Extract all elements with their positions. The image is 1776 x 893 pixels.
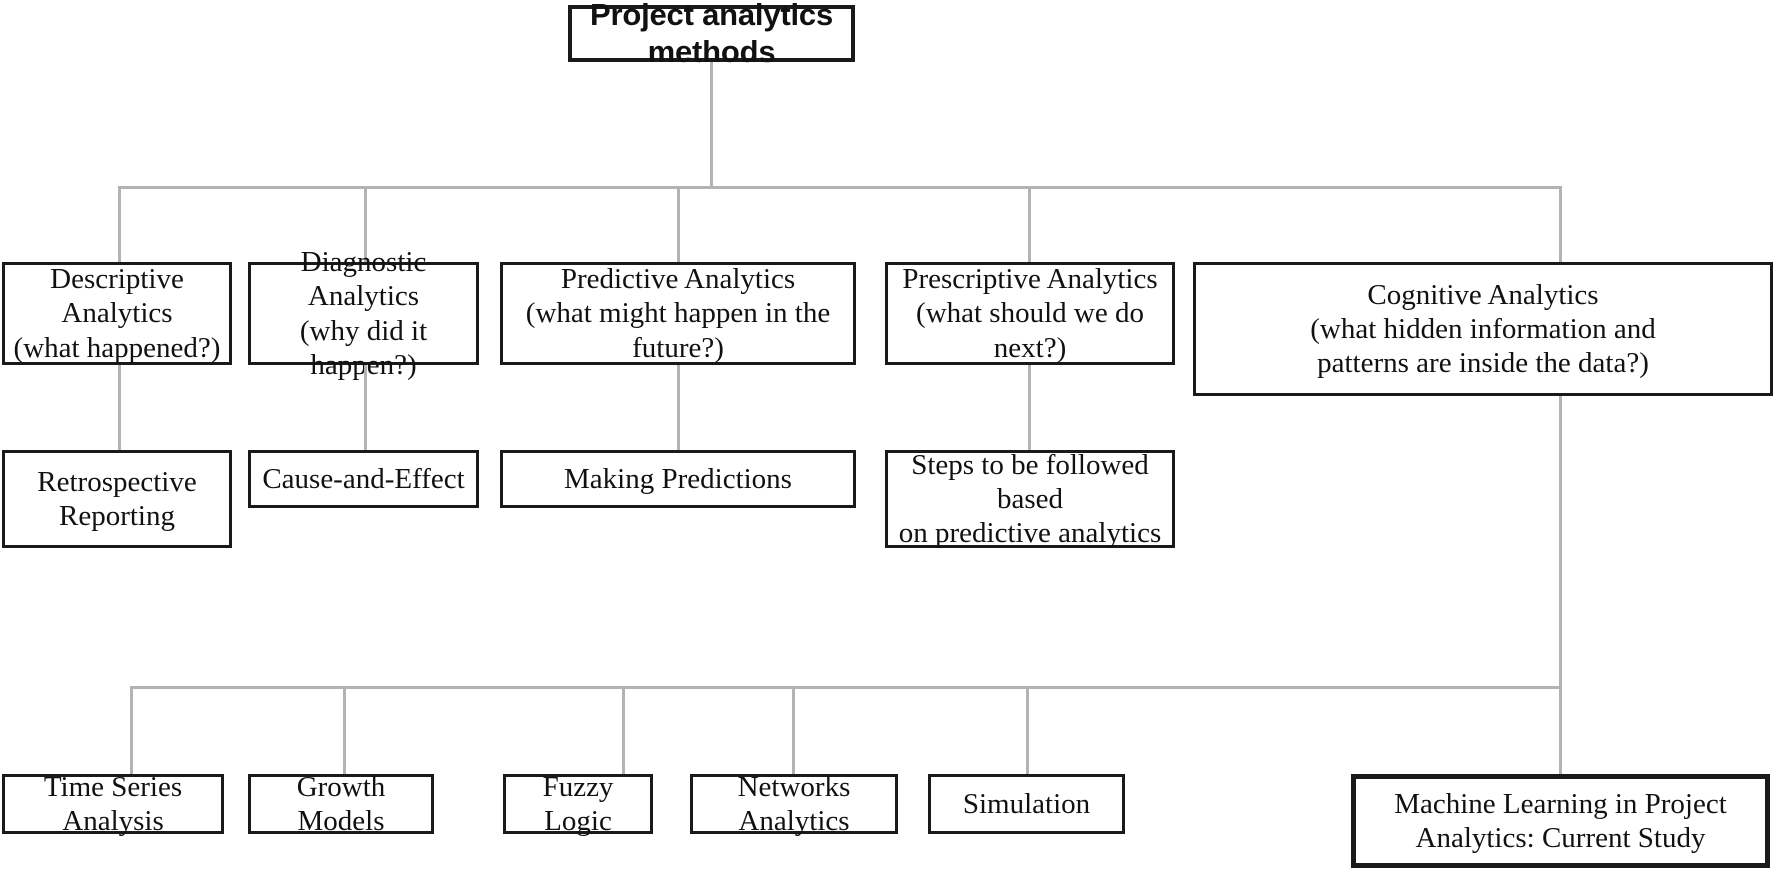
node-label: Cognitive Analytics (what hidden informa…: [1310, 278, 1656, 380]
connector-root-stem: [710, 62, 713, 188]
connector-drop-descriptive: [118, 186, 121, 264]
connector-drop-simulation: [1026, 686, 1029, 774]
node-descriptive-analytics[interactable]: Descriptive Analytics (what happened?): [2, 262, 232, 365]
node-label: Steps to be followed based on predictive…: [898, 448, 1162, 550]
connector-descriptive-to-retrospective: [118, 365, 121, 450]
connector-cognitive-spine: [1559, 396, 1562, 776]
node-label: Making Predictions: [564, 462, 792, 495]
node-time-series-analysis[interactable]: Time Series Analysis: [2, 771, 224, 837]
node-simulation[interactable]: Simulation: [928, 774, 1125, 834]
node-label: Prescriptive Analytics (what should we d…: [902, 263, 1158, 364]
node-predictive-analytics[interactable]: Predictive Analytics (what might happen …: [500, 262, 856, 365]
node-machine-learning-current-study[interactable]: Machine Learning in Project Analytics: C…: [1351, 774, 1770, 868]
connector-predictive-to-making-predictions: [677, 365, 680, 450]
node-label: Simulation: [962, 787, 1091, 820]
node-networks-analytics[interactable]: Networks Analytics: [690, 771, 898, 837]
connector-drop-cognitive: [1559, 186, 1562, 264]
node-making-predictions[interactable]: Making Predictions: [500, 450, 856, 508]
node-project-analytics-methods[interactable]: Project analytics methods: [568, 0, 855, 69]
node-fuzzy-logic[interactable]: Fuzzy Logic: [503, 771, 653, 837]
node-label: Fuzzy Logic: [542, 770, 614, 837]
node-label: Time Series Analysis: [43, 770, 183, 837]
node-label: Cause-and-Effect: [262, 462, 465, 495]
connector-drop-time-series: [130, 686, 133, 774]
node-label: Networks Analytics: [737, 770, 851, 837]
connector-drop-fuzzy-logic: [622, 686, 625, 774]
node-label: Descriptive Analytics (what happened?): [13, 263, 221, 364]
connector-diagnostic-to-cause-effect: [364, 365, 367, 450]
connector-drop-growth-models: [343, 686, 346, 774]
connector-level2-bus: [118, 186, 1562, 189]
node-steps-to-be-followed[interactable]: Steps to be followed based on predictive…: [885, 448, 1175, 550]
node-label: Growth Models: [296, 770, 386, 837]
node-retrospective-reporting[interactable]: Retrospective Reporting: [2, 450, 232, 548]
node-diagnostic-analytics[interactable]: Diagnostic Analytics (why did it happen?…: [248, 246, 479, 381]
node-cognitive-analytics[interactable]: Cognitive Analytics (what hidden informa…: [1193, 262, 1773, 396]
connector-prescriptive-to-steps: [1028, 365, 1031, 450]
connector-drop-prescriptive: [1028, 186, 1031, 264]
node-label: Retrospective Reporting: [37, 465, 197, 532]
node-label: Project analytics methods: [590, 0, 833, 69]
flowchart-canvas: Project analytics methods Descriptive An…: [0, 0, 1776, 893]
node-growth-models[interactable]: Growth Models: [248, 771, 434, 837]
node-prescriptive-analytics[interactable]: Prescriptive Analytics (what should we d…: [885, 262, 1175, 365]
node-label: Predictive Analytics (what might happen …: [525, 263, 831, 364]
node-cause-and-effect[interactable]: Cause-and-Effect: [248, 450, 479, 508]
node-label: Diagnostic Analytics (why did it happen?…: [299, 246, 428, 381]
node-label: Machine Learning in Project Analytics: C…: [1394, 787, 1727, 854]
connector-drop-networks-analytics: [792, 686, 795, 774]
connector-drop-predictive: [677, 186, 680, 264]
